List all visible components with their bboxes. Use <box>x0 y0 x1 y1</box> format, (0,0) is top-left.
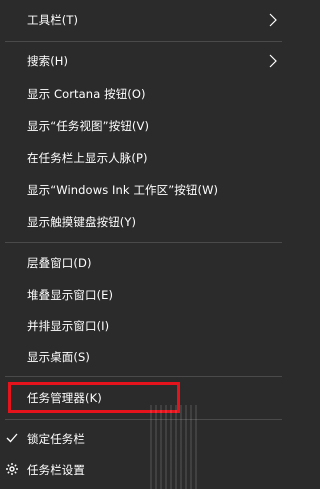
menu-item-label: 工具栏(T) <box>27 13 79 27</box>
menu-item-toolbars[interactable]: 工具栏(T) <box>0 5 286 35</box>
taskbar-context-menu: 工具栏(T) 搜索(H) 显示 Cortana 按钮(O) 显示“任务视图”按钮… <box>0 0 286 489</box>
menu-item-search[interactable]: 搜索(H) <box>0 46 286 76</box>
menu-item-label: 显示“任务视图”按钮(V) <box>27 119 150 133</box>
menu-item-show-people[interactable]: 在任务栏上显示人脉(P) <box>0 143 286 173</box>
menu-item-label: 显示触摸键盘按钮(Y) <box>27 215 137 229</box>
menu-item-label: 在任务栏上显示人脉(P) <box>27 151 148 165</box>
menu-item-label: 堆叠显示窗口(E) <box>27 288 114 302</box>
chevron-right-icon <box>269 13 277 27</box>
menu-item-show-desktop[interactable]: 显示桌面(S) <box>0 342 286 372</box>
menu-item-label: 搜索(H) <box>27 54 69 68</box>
menu-item-label: 任务栏设置 <box>27 463 85 477</box>
menu-item-show-touch-keyboard[interactable]: 显示触摸键盘按钮(Y) <box>0 207 286 237</box>
chevron-right-icon <box>269 54 277 68</box>
menu-item-task-manager[interactable]: 任务管理器(K) <box>0 383 286 413</box>
menu-item-label: 并排显示窗口(I) <box>27 319 110 333</box>
menu-item-label: 层叠窗口(D) <box>27 256 92 270</box>
menu-divider <box>5 242 282 243</box>
menu-item-label: 显示“Windows Ink 工作区”按钮(W) <box>27 183 219 197</box>
checkmark-icon <box>6 433 18 443</box>
menu-item-taskbar-settings[interactable]: 任务栏设置 <box>0 455 286 485</box>
menu-divider <box>5 376 282 377</box>
menu-item-label: 任务管理器(K) <box>27 391 102 405</box>
menu-item-label: 显示桌面(S) <box>27 350 90 364</box>
menu-item-side-by-side-windows[interactable]: 并排显示窗口(I) <box>0 311 286 341</box>
menu-divider <box>5 419 282 420</box>
menu-item-show-task-view[interactable]: 显示“任务视图”按钮(V) <box>0 111 286 141</box>
menu-item-cascade-windows[interactable]: 层叠窗口(D) <box>0 248 286 278</box>
menu-divider <box>5 41 282 42</box>
menu-item-show-windows-ink[interactable]: 显示“Windows Ink 工作区”按钮(W) <box>0 175 286 205</box>
menu-item-label: 锁定任务栏 <box>27 432 85 446</box>
menu-item-show-cortana[interactable]: 显示 Cortana 按钮(O) <box>0 79 286 109</box>
menu-item-lock-taskbar[interactable]: 锁定任务栏 <box>0 424 286 454</box>
menu-item-stack-windows[interactable]: 堆叠显示窗口(E) <box>0 280 286 310</box>
gear-icon <box>6 463 18 475</box>
menu-item-label: 显示 Cortana 按钮(O) <box>27 87 146 101</box>
